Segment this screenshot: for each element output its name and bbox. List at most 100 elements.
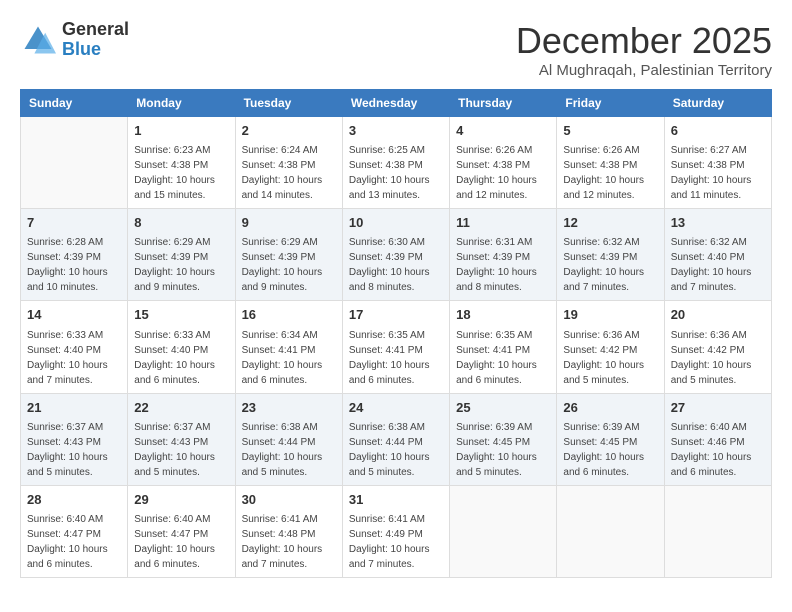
day-info: Sunrise: 6:30 AMSunset: 4:39 PMDaylight:…	[349, 235, 443, 295]
calendar-day-cell: 24Sunrise: 6:38 AMSunset: 4:44 PMDayligh…	[342, 393, 449, 485]
calendar-day-cell: 14 Sunrise: 6:33 AMSunset: 4:40 PMDayligh…	[21, 301, 128, 393]
day-number: 7	[27, 214, 121, 232]
day-info: Sunrise: 6:41 AMSunset: 4:48 PMDaylight:…	[242, 512, 336, 572]
calendar-body: 1Sunrise: 6:23 AMSunset: 4:38 PMDaylight…	[21, 117, 772, 578]
calendar-day-cell	[450, 485, 557, 577]
calendar-day-cell: 3 Sunrise: 6:25 AMSunset: 4:38 PMDaylight…	[342, 117, 449, 209]
calendar-day-cell: 19Sunrise: 6:36 AMSunset: 4:42 PMDayligh…	[557, 301, 664, 393]
day-info: Sunrise: 6:40 AMSunset: 4:46 PMDaylight:…	[671, 420, 765, 480]
day-info: Sunrise: 6:25 AMSunset: 4:38 PMDaylight:…	[349, 143, 443, 203]
day-number: 2	[242, 122, 336, 140]
day-number: 16	[242, 306, 336, 324]
calendar-day-cell: 10 Sunrise: 6:30 AMSunset: 4:39 PMDayligh…	[342, 209, 449, 301]
day-number: 28	[27, 491, 121, 509]
calendar-day-cell: 27 Sunrise: 6:40 AMSunset: 4:46 PMDayligh…	[664, 393, 771, 485]
day-info: Sunrise: 6:39 AMSunset: 4:45 PMDaylight:…	[456, 420, 550, 480]
day-info: Sunrise: 6:35 AMSunset: 4:41 PMDaylight:…	[456, 328, 550, 388]
day-info: Sunrise: 6:28 AMSunset: 4:39 PMDaylight:…	[27, 235, 121, 295]
day-number: 18	[456, 306, 550, 324]
day-number: 31	[349, 491, 443, 509]
calendar-day-cell	[664, 485, 771, 577]
day-number: 25	[456, 399, 550, 417]
calendar-table: SundayMondayTuesdayWednesdayThursdayFrid…	[20, 89, 772, 578]
calendar-week-row: 1Sunrise: 6:23 AMSunset: 4:38 PMDaylight…	[21, 117, 772, 209]
day-number: 11	[456, 214, 550, 232]
weekday-header-cell: Thursday	[450, 90, 557, 117]
day-info: Sunrise: 6:27 AMSunset: 4:38 PMDaylight:…	[671, 143, 765, 203]
day-info: Sunrise: 6:36 AMSunset: 4:42 PMDaylight:…	[563, 328, 657, 388]
weekday-header-cell: Sunday	[21, 90, 128, 117]
calendar-day-cell: 28 Sunrise: 6:40 AMSunset: 4:47 PMDayligh…	[21, 485, 128, 577]
day-number: 27	[671, 399, 765, 417]
day-number: 14	[27, 306, 121, 324]
calendar-week-row: 7 Sunrise: 6:28 AMSunset: 4:39 PMDaylight…	[21, 209, 772, 301]
day-number: 12	[563, 214, 657, 232]
day-number: 6	[671, 122, 765, 140]
calendar-day-cell: 1Sunrise: 6:23 AMSunset: 4:38 PMDaylight…	[128, 117, 235, 209]
day-info: Sunrise: 6:32 AMSunset: 4:40 PMDaylight:…	[671, 235, 765, 295]
day-info: Sunrise: 6:40 AMSunset: 4:47 PMDaylight:…	[134, 512, 228, 572]
weekday-header-row: SundayMondayTuesdayWednesdayThursdayFrid…	[21, 90, 772, 117]
day-info: Sunrise: 6:32 AMSunset: 4:39 PMDaylight:…	[563, 235, 657, 295]
calendar-week-row: 14 Sunrise: 6:33 AMSunset: 4:40 PMDayligh…	[21, 301, 772, 393]
day-info: Sunrise: 6:26 AMSunset: 4:38 PMDaylight:…	[563, 143, 657, 203]
month-title: December 2025	[516, 20, 772, 62]
day-number: 3	[349, 122, 443, 140]
day-info: Sunrise: 6:33 AMSunset: 4:40 PMDaylight:…	[27, 328, 121, 388]
calendar-day-cell: 6 Sunrise: 6:27 AMSunset: 4:38 PMDaylight…	[664, 117, 771, 209]
calendar-day-cell: 31 Sunrise: 6:41 AMSunset: 4:49 PMDayligh…	[342, 485, 449, 577]
day-info: Sunrise: 6:35 AMSunset: 4:41 PMDaylight:…	[349, 328, 443, 388]
day-info: Sunrise: 6:36 AMSunset: 4:42 PMDaylight:…	[671, 328, 765, 388]
day-number: 22	[134, 399, 228, 417]
day-info: Sunrise: 6:33 AMSunset: 4:40 PMDaylight:…	[134, 328, 228, 388]
calendar-day-cell: 21Sunrise: 6:37 AMSunset: 4:43 PMDayligh…	[21, 393, 128, 485]
weekday-header-cell: Friday	[557, 90, 664, 117]
day-info: Sunrise: 6:39 AMSunset: 4:45 PMDaylight:…	[563, 420, 657, 480]
day-number: 13	[671, 214, 765, 232]
logo-line2: Blue	[62, 40, 129, 60]
day-info: Sunrise: 6:38 AMSunset: 4:44 PMDaylight:…	[242, 420, 336, 480]
calendar-day-cell: 26 Sunrise: 6:39 AMSunset: 4:45 PMDayligh…	[557, 393, 664, 485]
day-info: Sunrise: 6:38 AMSunset: 4:44 PMDaylight:…	[349, 420, 443, 480]
calendar-day-cell: 17 Sunrise: 6:35 AMSunset: 4:41 PMDayligh…	[342, 301, 449, 393]
calendar-day-cell: 11 Sunrise: 6:31 AMSunset: 4:39 PMDayligh…	[450, 209, 557, 301]
calendar-day-cell: 16Sunrise: 6:34 AMSunset: 4:41 PMDayligh…	[235, 301, 342, 393]
calendar-day-cell: 12 Sunrise: 6:32 AMSunset: 4:39 PMDayligh…	[557, 209, 664, 301]
calendar-week-row: 28 Sunrise: 6:40 AMSunset: 4:47 PMDayligh…	[21, 485, 772, 577]
calendar-day-cell: 20Sunrise: 6:36 AMSunset: 4:42 PMDayligh…	[664, 301, 771, 393]
day-info: Sunrise: 6:40 AMSunset: 4:47 PMDaylight:…	[27, 512, 121, 572]
weekday-header-cell: Wednesday	[342, 90, 449, 117]
day-number: 8	[134, 214, 228, 232]
calendar-day-cell: 5Sunrise: 6:26 AMSunset: 4:38 PMDaylight…	[557, 117, 664, 209]
day-number: 15	[134, 306, 228, 324]
weekday-header-cell: Monday	[128, 90, 235, 117]
day-number: 21	[27, 399, 121, 417]
logo-line1: General	[62, 20, 129, 40]
day-number: 29	[134, 491, 228, 509]
weekday-header-cell: Tuesday	[235, 90, 342, 117]
calendar-day-cell: 13 Sunrise: 6:32 AMSunset: 4:40 PMDayligh…	[664, 209, 771, 301]
day-number: 1	[134, 122, 228, 140]
logo: General Blue	[20, 20, 129, 60]
day-number: 4	[456, 122, 550, 140]
day-info: Sunrise: 6:26 AMSunset: 4:38 PMDaylight:…	[456, 143, 550, 203]
calendar-day-cell: 22Sunrise: 6:37 AMSunset: 4:43 PMDayligh…	[128, 393, 235, 485]
calendar-day-cell: 7 Sunrise: 6:28 AMSunset: 4:39 PMDaylight…	[21, 209, 128, 301]
day-info: Sunrise: 6:29 AMSunset: 4:39 PMDaylight:…	[242, 235, 336, 295]
logo-icon	[20, 22, 56, 58]
calendar-day-cell: 4 Sunrise: 6:26 AMSunset: 4:38 PMDaylight…	[450, 117, 557, 209]
calendar-day-cell: 30Sunrise: 6:41 AMSunset: 4:48 PMDayligh…	[235, 485, 342, 577]
calendar-day-cell: 25 Sunrise: 6:39 AMSunset: 4:45 PMDayligh…	[450, 393, 557, 485]
day-number: 10	[349, 214, 443, 232]
calendar-day-cell: 18 Sunrise: 6:35 AMSunset: 4:41 PMDayligh…	[450, 301, 557, 393]
calendar-day-cell: 2Sunrise: 6:24 AMSunset: 4:38 PMDaylight…	[235, 117, 342, 209]
day-info: Sunrise: 6:41 AMSunset: 4:49 PMDaylight:…	[349, 512, 443, 572]
day-number: 17	[349, 306, 443, 324]
logo-text: General Blue	[62, 20, 129, 60]
calendar-day-cell: 23 Sunrise: 6:38 AMSunset: 4:44 PMDayligh…	[235, 393, 342, 485]
day-info: Sunrise: 6:31 AMSunset: 4:39 PMDaylight:…	[456, 235, 550, 295]
calendar-day-cell: 9 Sunrise: 6:29 AMSunset: 4:39 PMDaylight…	[235, 209, 342, 301]
day-number: 9	[242, 214, 336, 232]
day-number: 23	[242, 399, 336, 417]
day-number: 26	[563, 399, 657, 417]
